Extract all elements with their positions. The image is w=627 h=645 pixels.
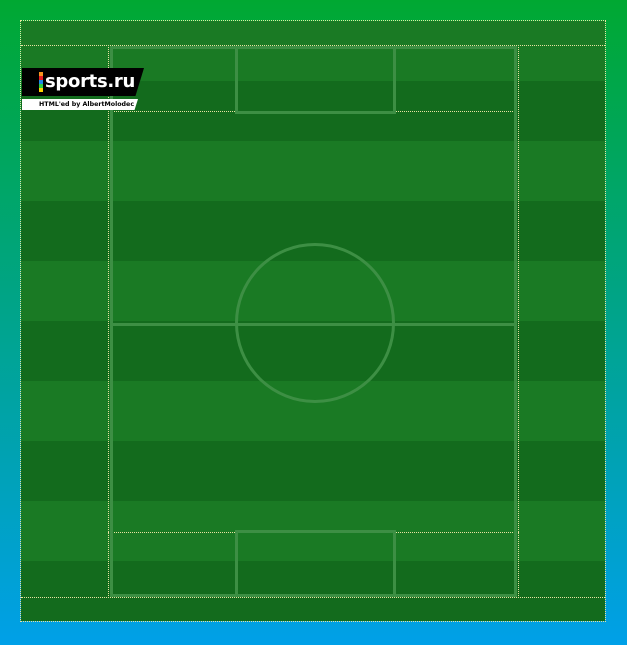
guide-line-left (108, 45, 109, 598)
credit-badge: HTML'ed by AlbertMolodec (22, 99, 138, 110)
penalty-box-top (235, 49, 396, 114)
football-field (20, 20, 606, 622)
guide-line-right (518, 45, 519, 598)
logo-brand-text: sports.ru (45, 71, 135, 92)
logo-mark-segment (39, 88, 43, 92)
logo-mark-icon (39, 72, 43, 92)
pitch (110, 46, 517, 597)
penalty-box-bottom (235, 530, 396, 594)
sports-ru-logo[interactable]: sports.ru (22, 68, 144, 96)
credit-text: HTML'ed by AlbertMolodec (39, 101, 135, 108)
center-circle (235, 243, 395, 403)
